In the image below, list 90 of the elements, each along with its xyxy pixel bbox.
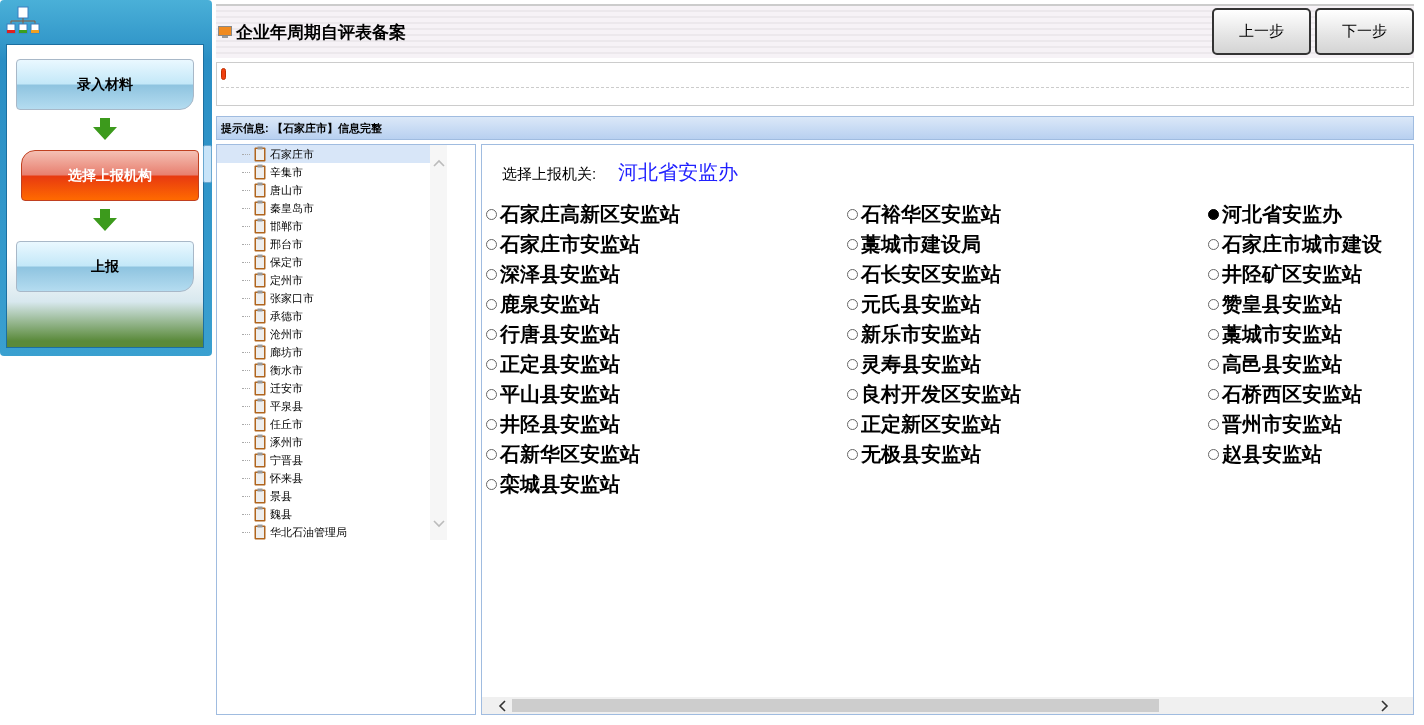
down-arrow-icon [92,209,118,231]
clipboard-icon [254,326,266,342]
tree-item[interactable]: 邯郸市 [217,217,430,235]
tree-item[interactable]: 任丘市 [217,415,430,433]
agency-option[interactable]: 高邑县安监站 [1222,350,1342,378]
clipboard-icon [254,470,266,486]
clipboard-icon [254,236,266,252]
agency-option[interactable]: 藁城市建设局 [861,230,981,258]
agency-option[interactable]: 井陉矿区安监站 [1222,260,1362,288]
agency-option[interactable]: 石家庄市安监站 [500,230,640,258]
agency-option[interactable]: 石家庄高新区安监站 [500,200,680,228]
agency-option[interactable]: 井陉县安监站 [500,410,620,438]
tree-item[interactable]: 保定市 [217,253,430,271]
clipboard-icon [254,146,266,162]
clipboard-icon [254,344,266,360]
monitor-icon [218,25,232,39]
clipboard-icon [254,218,266,234]
document-tree-icon [6,6,40,34]
agency-option[interactable]: 石新华区安监站 [500,440,640,468]
agency-option[interactable]: 良村开发区安监站 [861,380,1021,408]
clipboard-icon [254,434,266,450]
page-title: 企业年周期自评表备案 [236,21,406,44]
clipboard-icon [254,488,266,504]
clipboard-icon [254,398,266,414]
clipboard-icon [254,272,266,288]
clipboard-icon [254,164,266,180]
agency-option[interactable]: 无极县安监站 [861,440,981,468]
agency-option[interactable]: 石裕华区安监站 [861,200,1001,228]
tree-item[interactable]: 衡水市 [217,361,430,379]
clipboard-icon [254,362,266,378]
tree-item[interactable]: 怀来县 [217,469,430,487]
tree-item[interactable]: 涿州市 [217,433,430,451]
agency-label: 选择上报机关: [502,165,597,184]
step-button[interactable]: 上报 [16,241,194,292]
tree-item[interactable]: 廊坊市 [217,343,430,361]
agency-option[interactable]: 石桥西区安监站 [1222,380,1362,408]
agency-option[interactable]: 石家庄市城市建设 [1222,230,1382,258]
clipboard-icon [254,308,266,324]
agency-option[interactable]: 栾城县安监站 [500,470,620,498]
agency-option[interactable]: 赵县安监站 [1222,440,1322,468]
tree-item[interactable]: 定州市 [217,271,430,289]
tree-item[interactable]: 迁安市 [217,379,430,397]
clipboard-icon [254,254,266,270]
nav-button[interactable]: 下一步 [1315,8,1414,55]
down-arrow-icon [92,118,118,140]
tree-item[interactable]: 平泉县 [217,397,430,415]
clipboard-icon [254,380,266,396]
agency-option[interactable]: 石长安区安监站 [861,260,1001,288]
agency-option[interactable]: 元氏县安监站 [861,290,981,318]
agency-option[interactable]: 赞皇县安监站 [1222,290,1342,318]
selected-agency: 河北省安监办 [618,160,739,185]
agency-option[interactable]: 新乐市安监站 [861,320,981,348]
agency-option[interactable]: 深泽县安监站 [500,260,620,288]
tree-item[interactable]: 秦皇岛市 [217,199,430,217]
step-button[interactable]: 录入材料 [16,59,194,110]
tree-item[interactable]: 景县 [217,487,430,505]
tree-item[interactable]: 石家庄市 [217,145,430,163]
agency-option[interactable]: 河北省安监办 [1222,200,1342,228]
agency-option[interactable]: 鹿泉安监站 [500,290,600,318]
agency-option[interactable]: 正定新区安监站 [861,410,1001,438]
tree-item[interactable]: 张家口市 [217,289,430,307]
agency-option[interactable]: 平山县安监站 [500,380,620,408]
clipboard-icon [254,182,266,198]
agency-option[interactable]: 晋州市安监站 [1222,410,1342,438]
agency-option[interactable]: 藁城市安监站 [1222,320,1342,348]
tree-item[interactable]: 沧州市 [217,325,430,343]
tree-item[interactable]: 华北石油管理局 [217,523,430,541]
horizontal-scrollbar[interactable] [482,697,1413,714]
info-message: 提示信息: 【石家庄市】信息完整 [221,120,382,136]
radio-button[interactable] [1208,208,1219,220]
agency-option[interactable]: 灵寿县安监站 [861,350,981,378]
scroll-left-icon[interactable] [498,699,506,712]
clipboard-icon [254,416,266,432]
clipboard-icon [254,506,266,522]
tree-item[interactable]: 魏县 [217,505,430,523]
clipboard-icon [254,452,266,468]
nav-button[interactable]: 上一步 [1212,8,1311,55]
tree-item[interactable]: 宁晋县 [217,451,430,469]
tree-item[interactable]: 唐山市 [217,181,430,199]
tree-item[interactable]: 承德市 [217,307,430,325]
tree-item[interactable]: 辛集市 [217,163,430,181]
clipboard-icon [254,290,266,306]
clipboard-icon [254,200,266,216]
scroll-right-icon[interactable] [1381,699,1389,712]
tree-item[interactable]: 邢台市 [217,235,430,253]
clipboard-icon [254,524,266,540]
agency-option[interactable]: 正定县安监站 [500,350,620,378]
collapse-handle[interactable] [203,145,212,183]
agency-option[interactable]: 行唐县安监站 [500,320,620,348]
scroll-thumb[interactable] [512,699,1160,712]
